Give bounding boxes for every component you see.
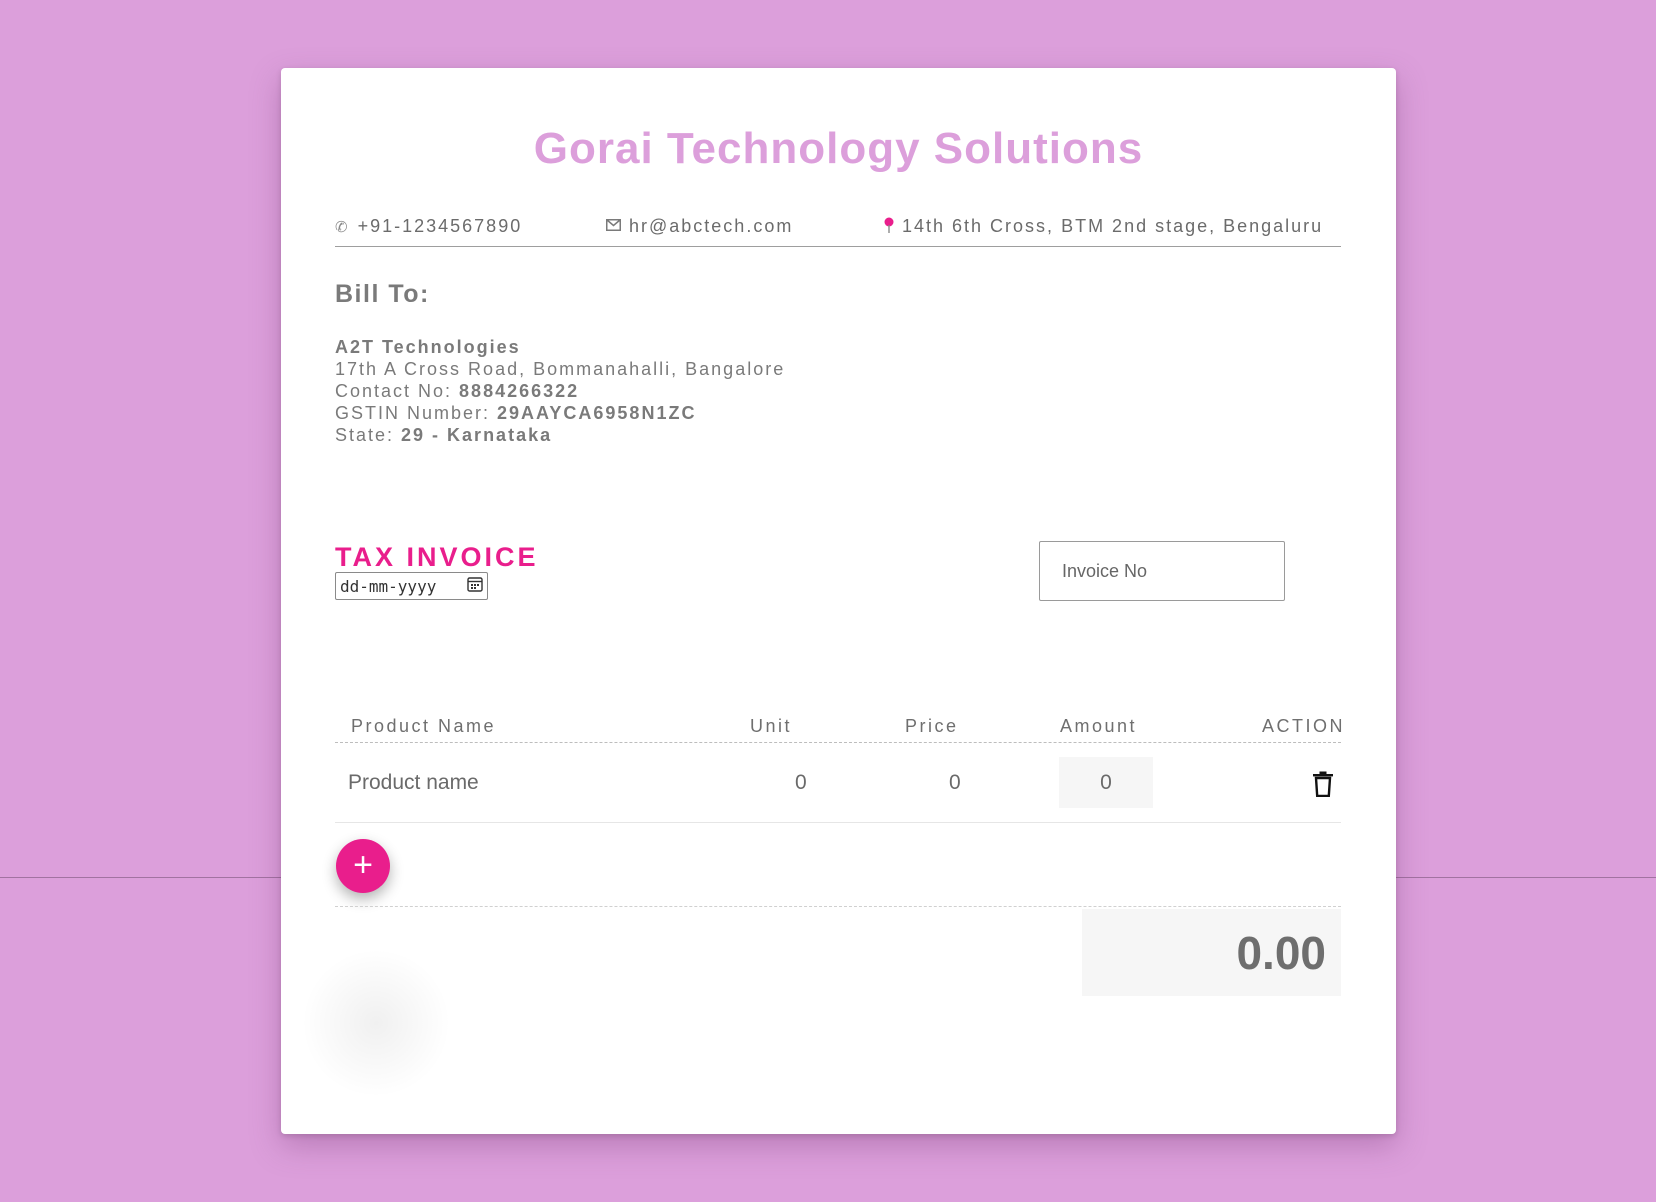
email-address: hr@abctech.com [629, 216, 794, 236]
invoice-number-input[interactable] [1039, 541, 1285, 601]
state-value: 29 - Karnataka [401, 425, 553, 445]
client-state: State: 29 - Karnataka [335, 424, 785, 446]
amount-field: 0 [1059, 757, 1153, 808]
mail-icon [606, 218, 621, 235]
email-contact: hr@abctech.com [606, 216, 793, 237]
date-placeholder: dd-mm-yyyy [340, 576, 437, 596]
header-price: Price [905, 716, 959, 736]
header-action: ACTION [1262, 716, 1346, 736]
add-row-button[interactable]: + [336, 839, 390, 893]
add-button-shadow [301, 948, 451, 1098]
header-product-name: Product Name [351, 716, 497, 736]
client-gstin: GSTIN Number: 29AAYCA6958N1ZC [335, 402, 785, 424]
plus-icon: + [353, 846, 373, 884]
address-contact: 14th 6th Cross, BTM 2nd stage, Bengaluru [884, 216, 1323, 237]
company-name: Gorai Technology Solutions [533, 124, 1144, 173]
trash-icon[interactable] [1312, 771, 1334, 798]
tax-invoice-title: TAX INVOICE [335, 542, 539, 572]
phone-icon: ✆ [335, 218, 350, 236]
company-contact-bar: ✆ +91-1234567890 hr@abctech.com 14th 6th… [335, 216, 1341, 247]
map-pin-icon [884, 217, 894, 237]
invoice-date-input[interactable]: dd-mm-yyyy [335, 572, 488, 600]
phone-contact: ✆ +91-1234567890 [335, 216, 522, 237]
client-address: 17th A Cross Road, Bommanahalli, Bangalo… [335, 359, 786, 379]
products-table-header: Product Name Unit Price Amount ACTION [335, 708, 1343, 743]
client-name: A2T Technologies [335, 337, 521, 357]
table-row: Product name 0 0 0 [335, 743, 1341, 823]
state-label: State: [335, 425, 402, 445]
gstin-label: GSTIN Number: [335, 403, 498, 423]
contact-value: 8884266322 [459, 381, 580, 401]
company-address: 14th 6th Cross, BTM 2nd stage, Bengaluru [902, 216, 1324, 236]
header-amount: Amount [1060, 716, 1138, 736]
bill-to-heading: Bill To: [335, 280, 430, 308]
grand-total: 0.00 [1082, 909, 1341, 996]
total-divider [335, 906, 1341, 907]
calendar-icon[interactable] [467, 576, 483, 596]
client-contact: Contact No: 8884266322 [335, 380, 785, 402]
phone-number: +91-1234567890 [357, 216, 523, 236]
header-unit: Unit [750, 716, 793, 736]
gstin-value: 29AAYCA6958N1ZC [497, 403, 697, 423]
product-name-field[interactable]: Product name [348, 743, 479, 822]
unit-field[interactable]: 0 [795, 743, 807, 822]
invoice-card: Gorai Technology Solutions ✆ +91-1234567… [281, 68, 1396, 1134]
bill-to-details: A2T Technologies 17th A Cross Road, Bomm… [335, 336, 785, 446]
contact-label: Contact No: [335, 381, 460, 401]
price-field[interactable]: 0 [949, 743, 961, 822]
